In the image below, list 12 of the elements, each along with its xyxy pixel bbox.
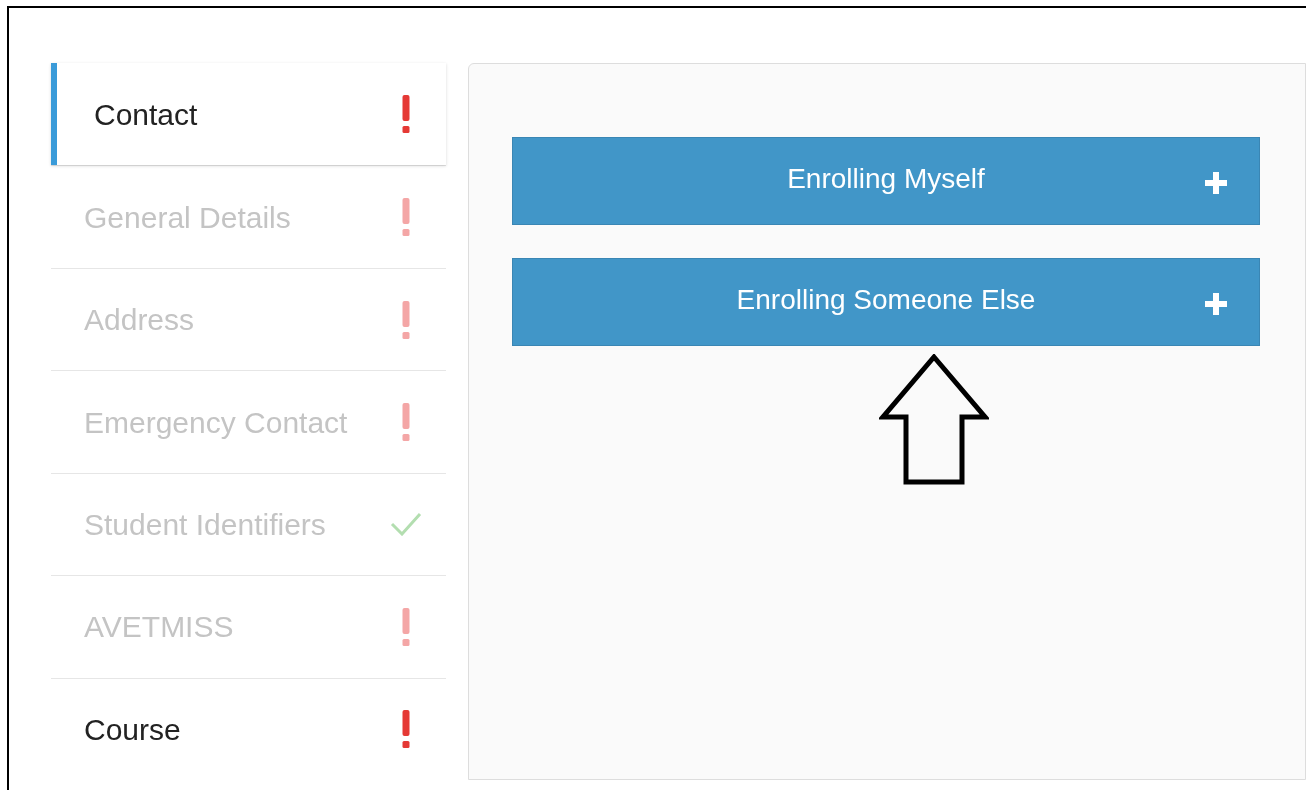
check-icon xyxy=(390,512,422,537)
accordion-button[interactable]: Enrolling Someone Else xyxy=(512,258,1260,346)
exclamation-icon xyxy=(402,95,410,134)
exclamation-icon xyxy=(402,710,410,749)
plus-icon xyxy=(1203,170,1229,196)
accordion-button[interactable]: Enrolling Myself xyxy=(512,137,1260,225)
exclamation-icon xyxy=(402,403,410,441)
exclamation-icon xyxy=(402,607,410,646)
exclamation-icon xyxy=(402,198,410,237)
sidebar-item[interactable]: Contact xyxy=(51,63,446,166)
plus-icon xyxy=(1203,291,1229,317)
exclamation-icon xyxy=(402,300,410,339)
